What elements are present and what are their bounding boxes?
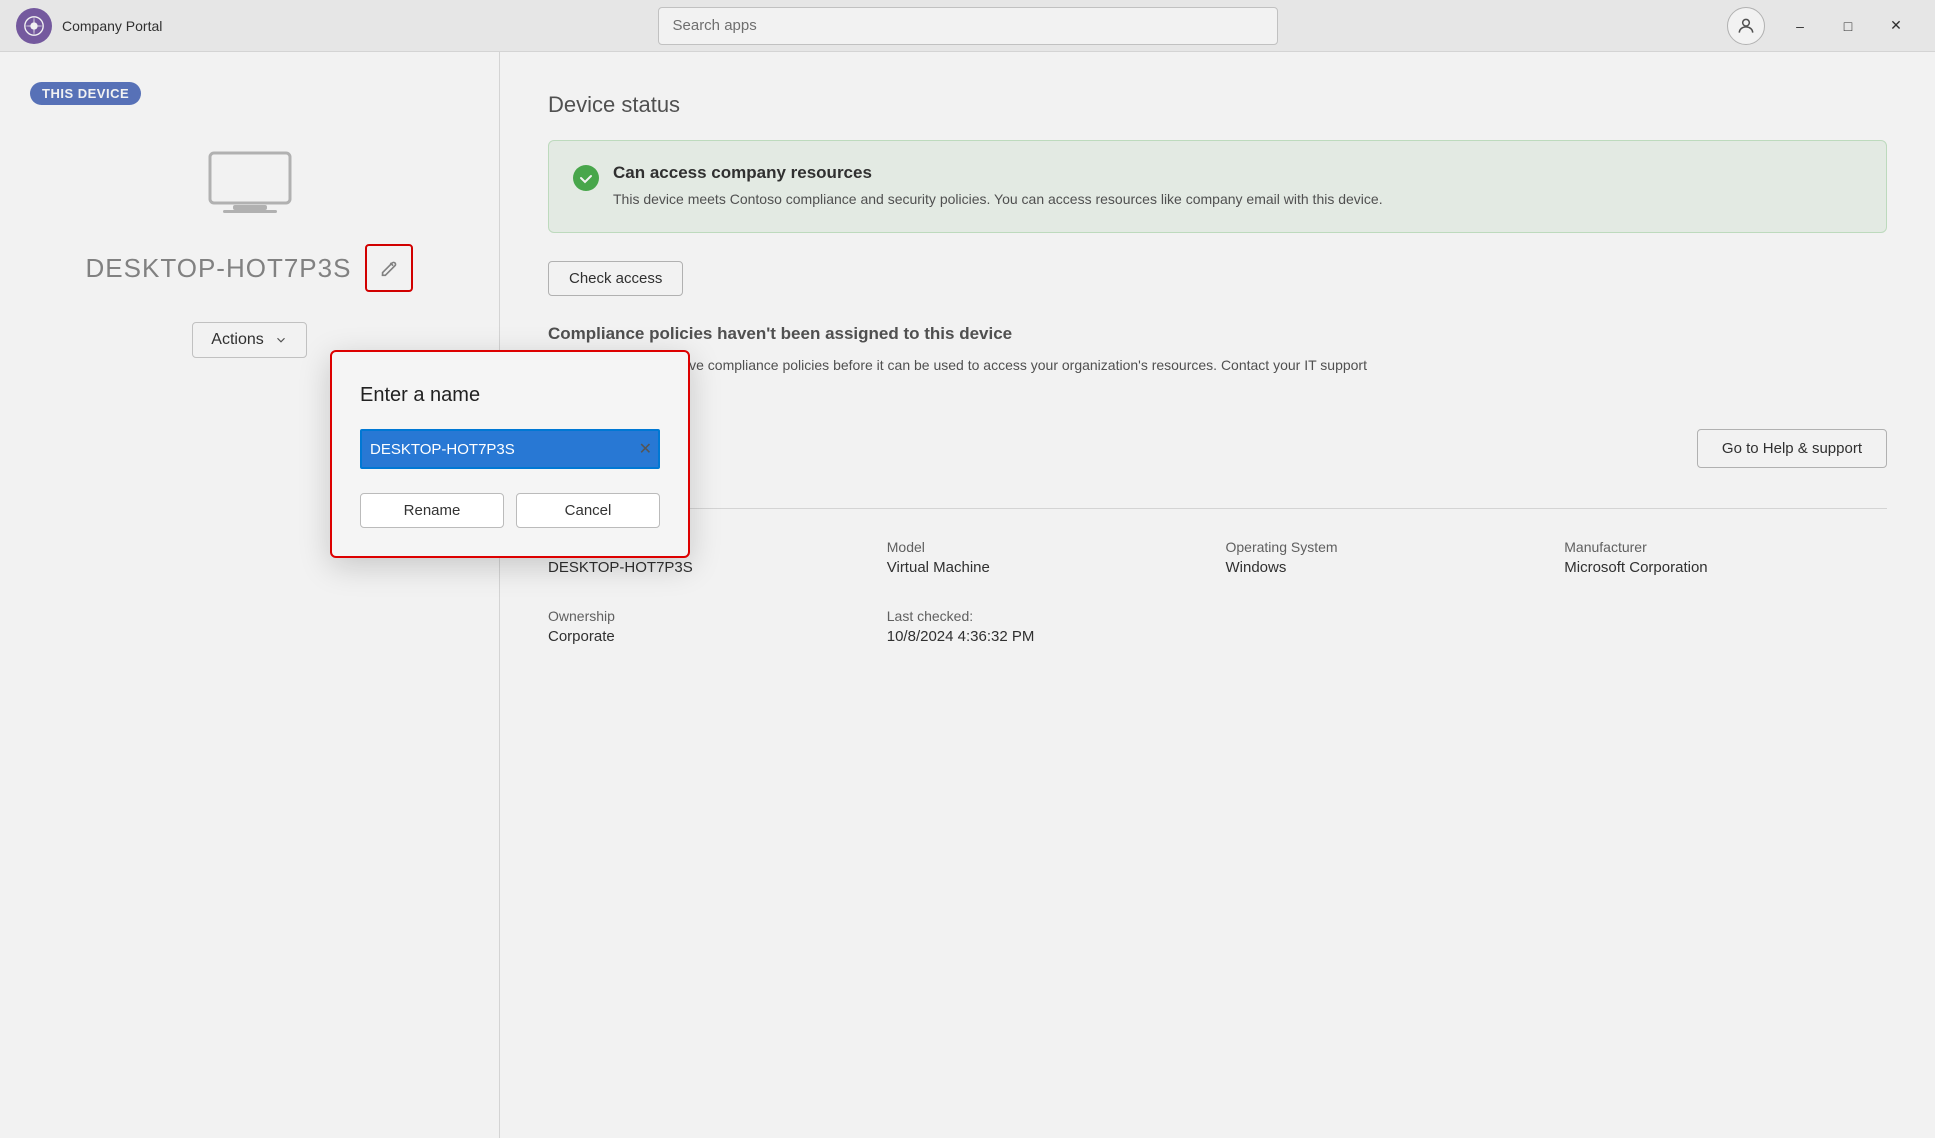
rename-confirm-button[interactable]: Rename	[360, 493, 504, 528]
cancel-button[interactable]: Cancel	[516, 493, 660, 528]
modal-input-wrap: ✕	[360, 429, 660, 469]
modal-overlay: Enter a name ✕ Rename Cancel	[0, 0, 1935, 1138]
modal-title: Enter a name	[360, 384, 660, 407]
modal-actions: Rename Cancel	[360, 493, 660, 528]
clear-input-button[interactable]: ✕	[639, 439, 652, 459]
rename-modal: Enter a name ✕ Rename Cancel	[330, 350, 690, 558]
device-name-input[interactable]	[360, 429, 660, 469]
